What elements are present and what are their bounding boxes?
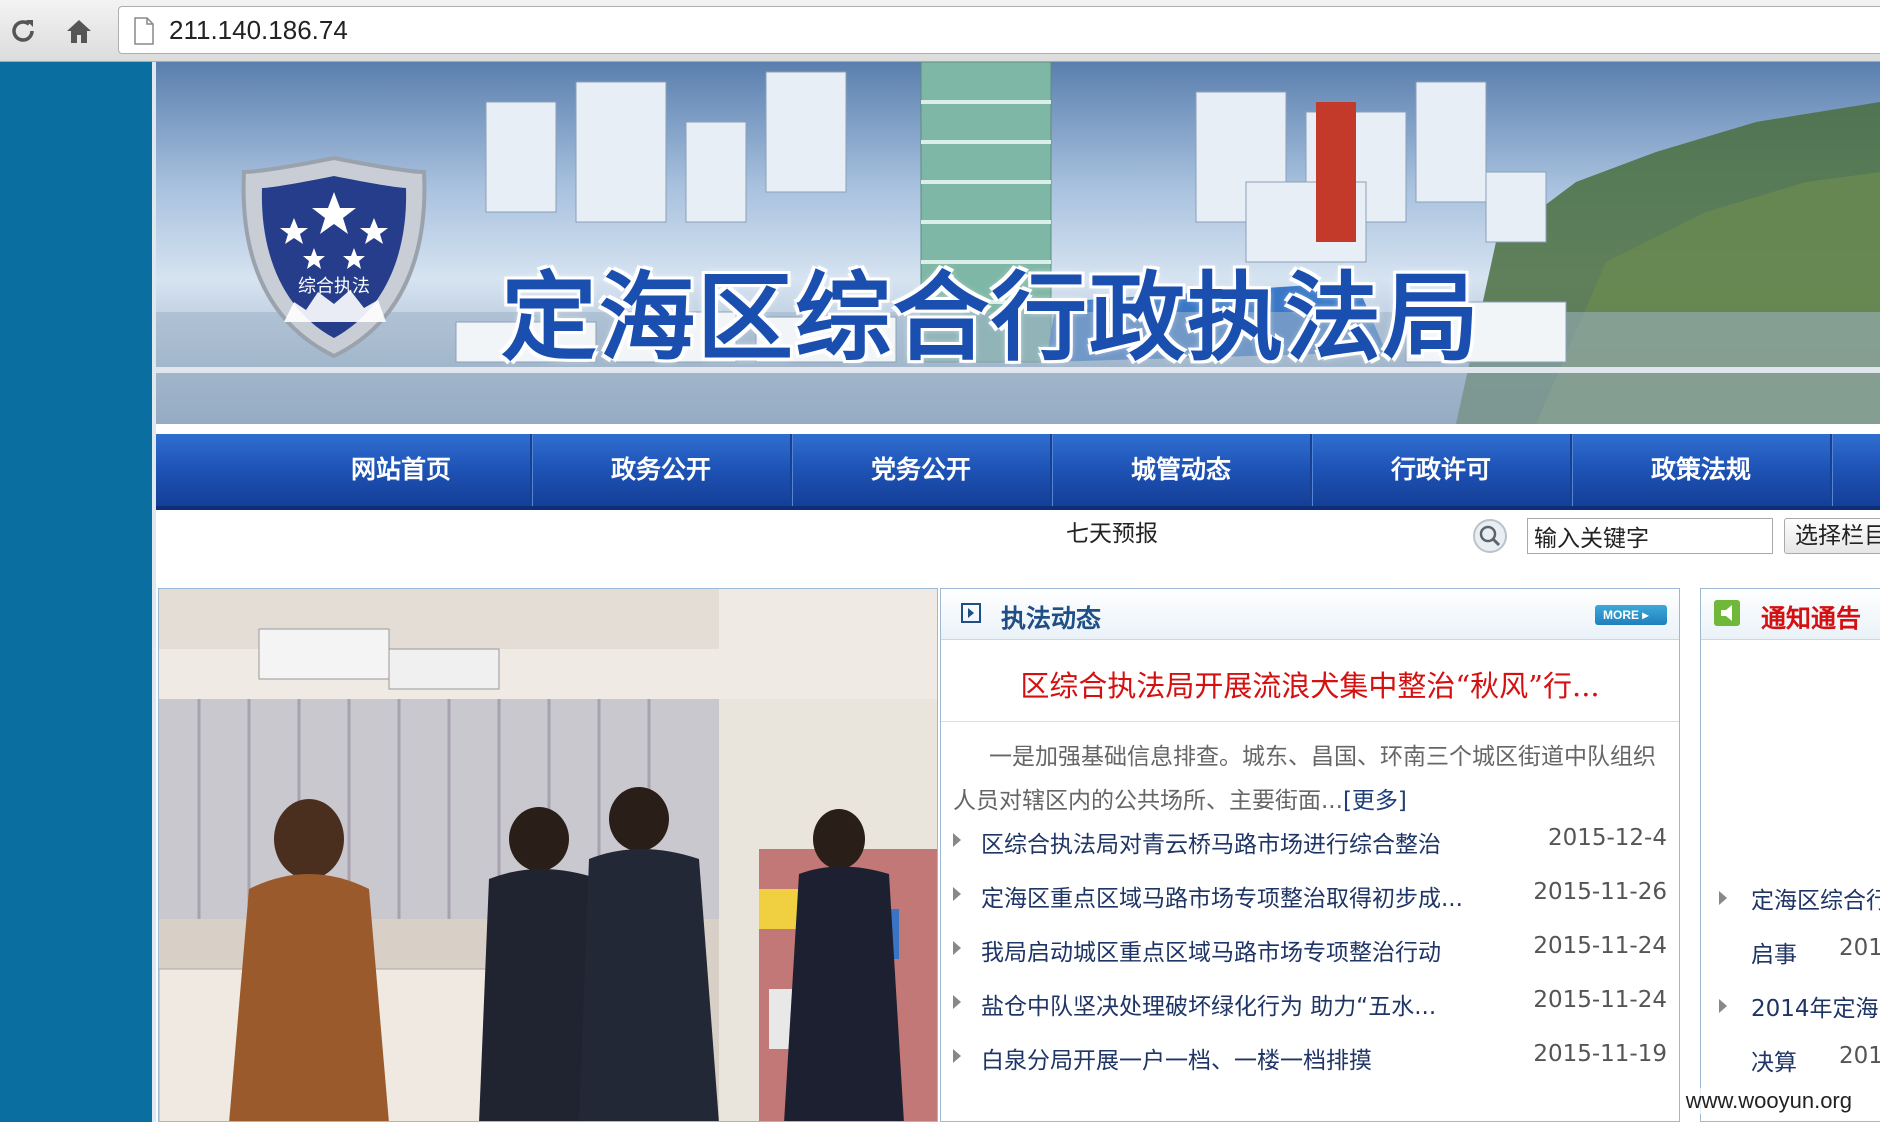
select-column-dropdown[interactable]: 选择栏目 <box>1784 518 1880 554</box>
news-item-date: 2015-11-24 <box>1533 987 1667 1013</box>
bullet-arrow-icon <box>953 995 961 1009</box>
url-text: 211.140.186.74 <box>169 15 348 45</box>
law-enforcement-emblem: 综合执法 <box>241 155 427 359</box>
news-item-title[interactable]: 白泉分局开展一户一档、一楼一档排摸 <box>981 1041 1372 1075</box>
enforcement-news-panel: 执法动态 MORE ▸ 区综合执法局开展流浪犬集中整治“秋风”行... 一是加强… <box>940 588 1680 1122</box>
notice-item-title[interactable]: 定海区综合行 <box>1751 881 1880 915</box>
list-item[interactable]: 区综合执法局对青云桥马路市场进行综合整治 2015-12-4 <box>941 821 1679 861</box>
news-item-date: 2015-12-4 <box>1547 825 1667 851</box>
home-icon[interactable] <box>60 12 98 50</box>
bullet-arrow-icon <box>953 887 961 901</box>
panel-header: 执法动态 MORE ▸ <box>941 589 1679 640</box>
news-item-title[interactable]: 区综合执法局对青云桥马路市场进行综合整治 <box>981 825 1441 859</box>
header-banner: 综合执法 定海区综合行政执法局 <box>156 62 1880 424</box>
list-item[interactable]: 2014年定海 <box>1701 985 1880 1025</box>
address-bar[interactable]: 211.140.186.74 <box>118 6 1880 54</box>
page-icon <box>133 17 155 49</box>
bullet-arrow-icon <box>1719 891 1727 905</box>
watermark-text: www.wooyun.org <box>1681 1088 1856 1114</box>
featured-news-photo[interactable] <box>158 588 938 1122</box>
notice-header: 通知通告 <box>1701 589 1880 640</box>
more-button[interactable]: MORE ▸ <box>1595 605 1667 625</box>
list-item[interactable]: 我局启动城区重点区域马路市场专项整治行动 2015-11-24 <box>941 929 1679 969</box>
bullet-arrow-icon <box>1719 999 1727 1013</box>
news-item-date: 2015-11-26 <box>1533 879 1667 905</box>
notice-item-title[interactable]: 决算 <box>1751 1043 1797 1077</box>
nav-item-home[interactable]: 网站首页 <box>272 434 532 506</box>
notice-title: 通知通告 <box>1761 604 1862 633</box>
left-background-band <box>0 62 152 1122</box>
summary-more-link[interactable]: [更多] <box>1343 788 1407 814</box>
nav-item-city-management-news[interactable]: 城管动态 <box>1052 434 1312 506</box>
search-input[interactable] <box>1527 518 1773 554</box>
news-item-title[interactable]: 我局启动城区重点区域马路市场专项整治行动 <box>981 933 1441 967</box>
nav-item-policies-regulations[interactable]: 政策法规 <box>1572 434 1832 506</box>
list-item[interactable]: 决算 201 <box>1701 1039 1880 1079</box>
notice-panel: 通知通告 定海区综合行 启事 201 2014年定海 决算 201 <box>1700 588 1880 1122</box>
browser-toolbar: 211.140.186.74 <box>0 0 1880 62</box>
store-inspection-image <box>159 589 937 1121</box>
list-item[interactable]: 盐仓中队坚决处理破坏绿化行为 助力“五水... 2015-11-24 <box>941 983 1679 1023</box>
news-item-date: 2015-11-24 <box>1533 933 1667 959</box>
notice-item-date: 201 <box>1839 1043 1880 1069</box>
nav-item-party-affairs[interactable]: 党务公开 <box>792 434 1052 506</box>
bullet-arrow-icon <box>953 941 961 955</box>
nav-item-administrative-permit[interactable]: 行政许可 <box>1312 434 1572 506</box>
news-item-date: 2015-11-19 <box>1533 1041 1667 1067</box>
megaphone-icon <box>1714 600 1740 626</box>
summary-text: 一是加强基础信息排查。城东、昌国、环南三个城区街道中队组织人员对辖区内的公共场所… <box>953 744 1656 814</box>
weather-forecast-link[interactable]: 七天预报 <box>1066 514 1158 548</box>
reload-icon[interactable] <box>4 12 42 50</box>
notice-item-title[interactable]: 2014年定海 <box>1751 989 1879 1023</box>
list-item[interactable]: 白泉分局开展一户一档、一楼一档排摸 2015-11-19 <box>941 1037 1679 1077</box>
panel-title: 执法动态 <box>1001 604 1102 633</box>
panel-header-icon <box>961 603 981 623</box>
notice-item-title[interactable]: 启事 <box>1751 935 1797 969</box>
search-bar-row: 七天预报 选择栏目 <box>156 510 1880 564</box>
news-item-title[interactable]: 盐仓中队坚决处理破坏绿化行为 助力“五水... <box>981 987 1436 1021</box>
list-item[interactable]: 定海区重点区域马路市场专项整治取得初步成... 2015-11-26 <box>941 875 1679 915</box>
headline-link[interactable]: 区综合执法局开展流浪犬集中整治“秋风”行... <box>941 663 1679 705</box>
notice-item-date: 201 <box>1839 935 1880 961</box>
search-icon[interactable] <box>1472 518 1508 554</box>
list-item[interactable]: 定海区综合行 <box>1701 877 1880 917</box>
bullet-arrow-icon <box>953 1049 961 1063</box>
emblem-text: 综合执法 <box>298 276 370 297</box>
headline-divider <box>941 721 1679 722</box>
site-title: 定海区综合行政执法局 <box>501 262 1481 374</box>
news-item-title[interactable]: 定海区重点区域马路市场专项整治取得初步成... <box>981 879 1463 913</box>
headline-summary: 一是加强基础信息排查。城东、昌国、环南三个城区街道中队组织人员对辖区内的公共场所… <box>953 735 1669 823</box>
bullet-arrow-icon <box>953 833 961 847</box>
main-navigation: 网站首页 政务公开 党务公开 城管动态 行政许可 政策法规 <box>156 434 1880 510</box>
list-item[interactable]: 启事 201 <box>1701 931 1880 971</box>
nav-item-government-affairs[interactable]: 政务公开 <box>532 434 792 506</box>
